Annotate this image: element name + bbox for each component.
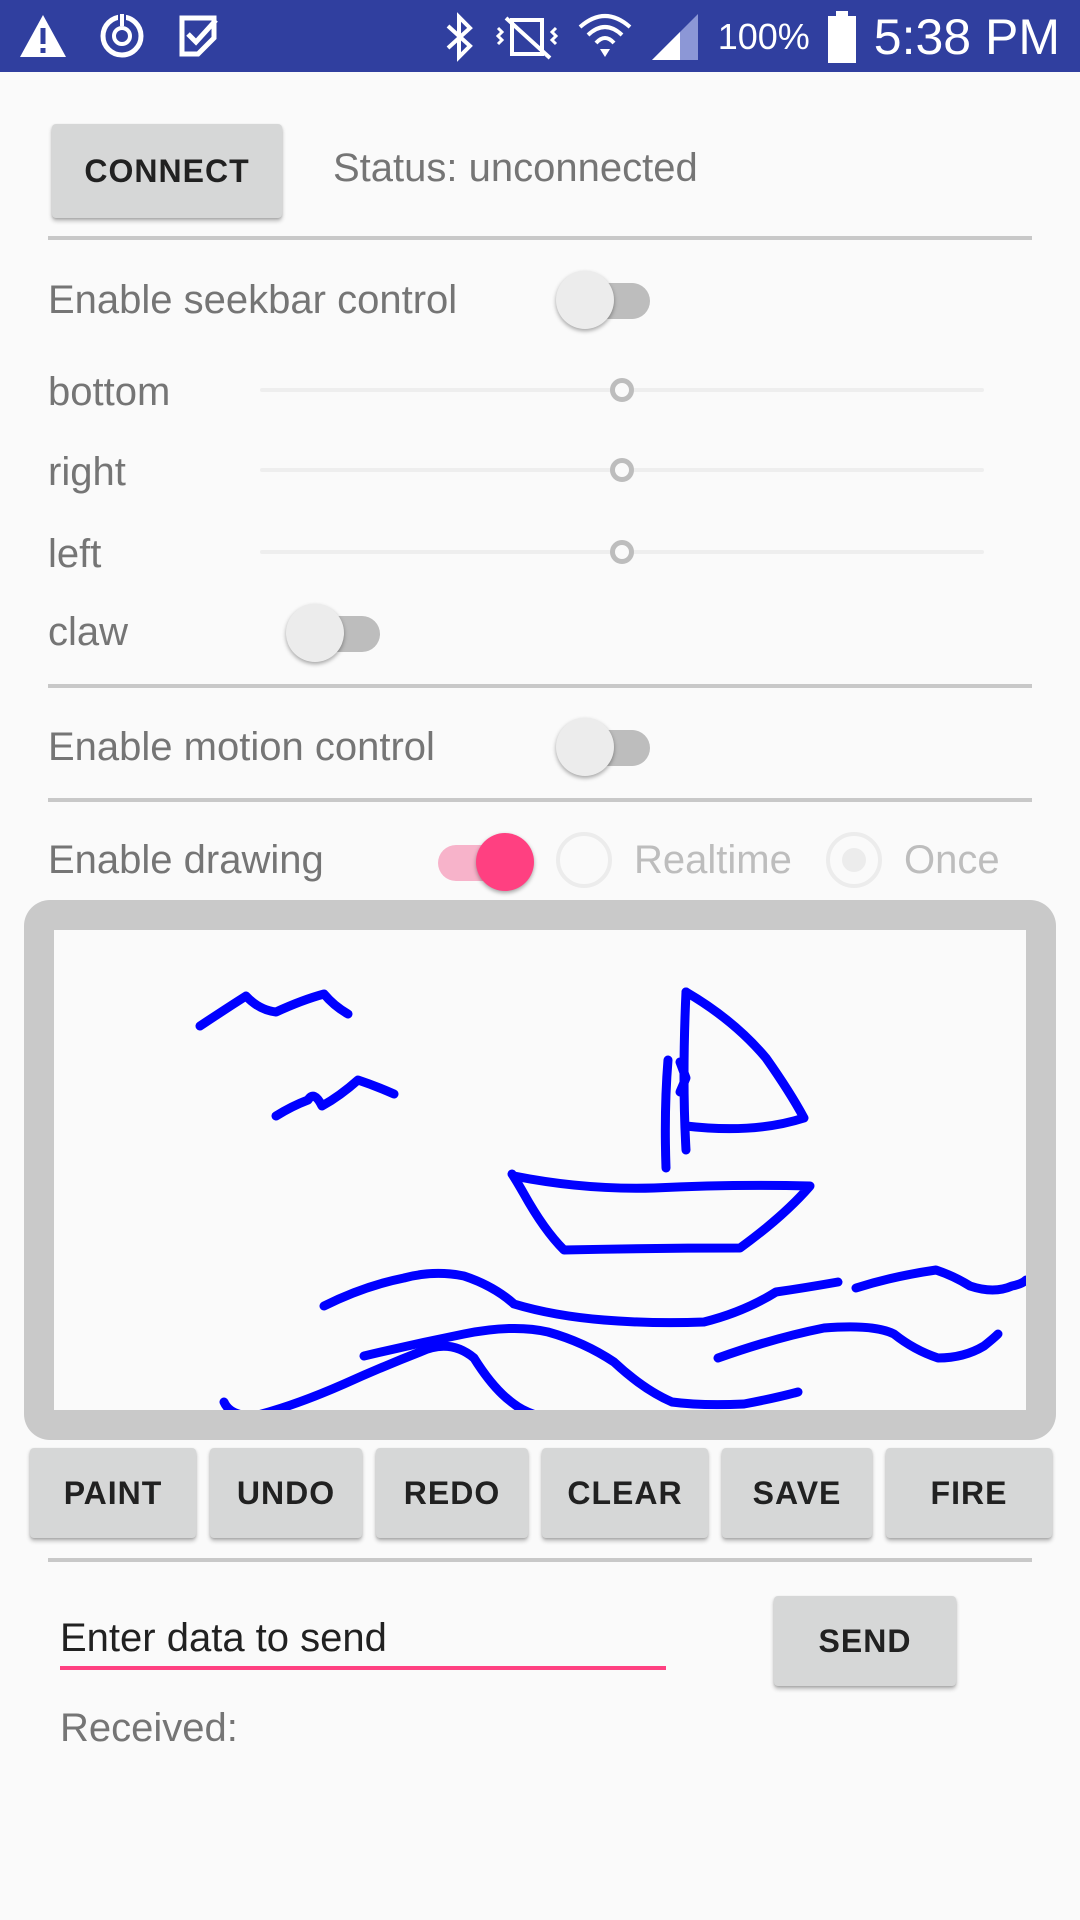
send-data-input[interactable] [60, 1610, 666, 1670]
slider-label-bottom: bottom [48, 370, 171, 414]
bottom-seekbar[interactable] [260, 370, 984, 410]
clock: 5:38 PM [873, 9, 1060, 65]
motion-control-label: Enable motion control [48, 725, 435, 769]
fire-button[interactable]: FIRE [886, 1448, 1052, 1538]
undo-button[interactable]: UNDO [210, 1448, 362, 1538]
left-seekbar[interactable] [260, 532, 984, 572]
sketch-strokes [195, 987, 1031, 1447]
seekbar-control-label: Enable seekbar control [48, 278, 458, 322]
status-bar: 100% 5:38 PM [0, 0, 1080, 72]
warning-icon [18, 12, 68, 60]
once-radio[interactable] [826, 832, 882, 888]
sync-icon [98, 12, 146, 60]
motion-control-switch[interactable] [556, 715, 656, 776]
drawing-label: Enable drawing [48, 838, 324, 882]
send-button[interactable]: SEND [774, 1596, 956, 1686]
clear-button[interactable]: CLEAR [542, 1448, 708, 1538]
received-label: Received: [60, 1706, 238, 1750]
battery-icon [827, 11, 856, 63]
signal-icon [650, 12, 700, 62]
seekbar-control-switch[interactable] [556, 268, 656, 329]
slider-label-left: left [48, 532, 102, 576]
slider-label-right: right [48, 450, 126, 494]
seekbar-thumb[interactable] [610, 540, 634, 564]
realtime-radio[interactable] [556, 832, 612, 888]
save-button[interactable]: SAVE [722, 1448, 872, 1538]
task-check-icon [176, 12, 220, 60]
vibrate-icon [494, 12, 560, 62]
connection-status: Status: unconnected [333, 146, 698, 190]
seekbar-thumb[interactable] [610, 458, 634, 482]
redo-button[interactable]: REDO [376, 1448, 528, 1538]
claw-switch[interactable] [286, 601, 386, 662]
battery-percent: 100% [717, 16, 810, 57]
seekbar-thumb[interactable] [610, 378, 634, 402]
divider [48, 684, 1032, 688]
drawing-switch[interactable] [428, 830, 534, 891]
right-seekbar[interactable] [260, 450, 984, 490]
wifi-icon [578, 11, 632, 63]
realtime-radio-label[interactable]: Realtime [634, 838, 792, 883]
divider [48, 1558, 1032, 1562]
connect-button[interactable]: CONNECT [52, 124, 282, 218]
once-radio-label[interactable]: Once [904, 838, 1000, 883]
drawing-canvas-frame [24, 900, 1056, 1447]
divider [48, 798, 1032, 802]
drawing-canvas[interactable] [54, 930, 1031, 1447]
claw-label: claw [48, 610, 129, 654]
divider [48, 236, 1032, 240]
paint-button[interactable]: PAINT [30, 1448, 196, 1538]
bluetooth-icon [442, 12, 476, 62]
